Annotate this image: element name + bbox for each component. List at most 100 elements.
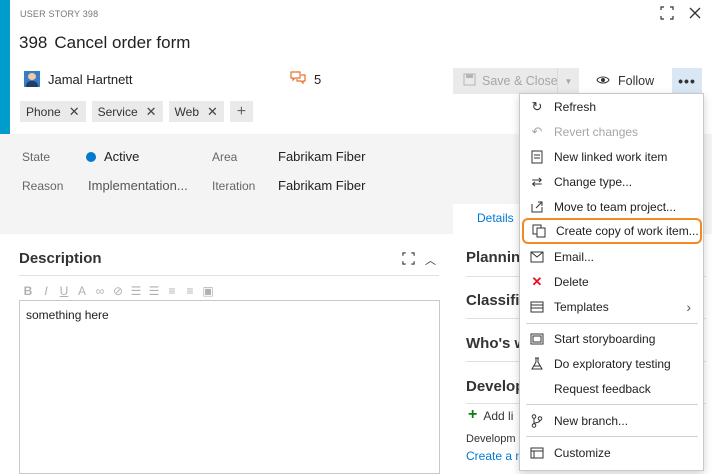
save-label: Save & Close [482,74,558,88]
assignee-name: Jamal Hartnett [48,71,133,87]
italic-icon[interactable]: I [40,284,52,298]
eye-icon [596,74,610,88]
remove-tag-icon[interactable]: ✕ [146,104,157,120]
menu-item-create-copy-of-work-item[interactable]: Create copy of work item... [522,218,702,244]
fullscreen-icon[interactable] [660,6,674,20]
exploratory-testing-icon [529,356,545,372]
numbered-list-icon[interactable]: ☰ [148,284,160,298]
menu-item-delete[interactable]: ✕ Delete [520,269,703,294]
iteration-field[interactable]: Fabrikam Fiber [278,178,365,193]
tag-label: Service [97,104,138,119]
discussion-count[interactable]: 5 [290,71,321,88]
menu-separator [526,404,698,405]
expand-icon[interactable] [402,252,415,268]
work-item-title[interactable]: 398 Cancel order form [19,33,190,53]
add-tag-icon[interactable]: + [229,101,253,122]
add-link-button[interactable]: + Add li [468,406,513,424]
area-field[interactable]: Fabrikam Fiber [278,149,365,164]
work-item-id: 398 [19,33,48,52]
templates-icon [529,299,545,315]
menu-item-email[interactable]: Email... [520,244,703,269]
menu-item-label: New branch... [554,413,629,428]
menu-item-label: Customize [554,445,611,460]
state-field[interactable]: Active [86,149,139,164]
save-dropdown-chevron-icon[interactable]: ▼ [557,68,579,94]
more-actions-button[interactable]: ••• [672,68,702,94]
close-icon[interactable] [688,6,702,20]
tag-label: Web [174,104,199,119]
tag[interactable]: Web ✕ [168,101,224,122]
description-editor[interactable]: something here [19,300,440,474]
outdent-icon[interactable]: ≡ [166,284,178,298]
menu-item-label: Move to team project... [554,199,677,214]
development-text: Developm [466,433,516,445]
plus-icon: + [468,406,478,423]
avatar [24,71,40,87]
new-linked-work-item-icon [529,149,545,165]
tag[interactable]: Service ✕ [91,101,163,122]
menu-item-refresh[interactable]: ↻ Refresh [520,94,703,119]
follow-label: Follow [618,74,655,88]
menu-item-customize[interactable]: Customize [520,440,703,465]
menu-item-label: Start storyboarding [554,331,656,346]
storyboard-icon [529,331,545,347]
save-icon [463,73,476,89]
remove-tag-icon[interactable]: ✕ [207,104,218,120]
work-item-color-bar [0,0,10,134]
state-label: State [22,150,51,164]
description-actions: ︿ [402,252,436,268]
whos-working-heading: Who's w [466,335,527,352]
more-actions-menu: ↻ Refresh ↶ Revert changes New linked wo… [519,93,704,471]
tag-list: Phone ✕ Service ✕ Web ✕ + [20,101,253,122]
link-icon[interactable]: ∞ [94,284,106,298]
menu-separator [526,323,698,324]
menu-item-new-branch[interactable]: New branch... [520,408,703,433]
menu-item-label: Email... [554,249,595,264]
unlink-icon[interactable]: ⊘ [112,284,124,298]
create-branch-link[interactable]: Create a n [466,449,522,463]
delete-icon: ✕ [531,273,543,289]
save-and-close-button[interactable]: Save & Close ▼ [453,68,579,94]
tag[interactable]: Phone ✕ [20,101,86,122]
customize-icon [529,445,545,461]
underline-icon[interactable]: U [58,284,70,298]
bold-icon[interactable]: B [22,284,34,298]
text-color-icon[interactable]: A [76,284,88,298]
editor-toolbar: B I U A ∞ ⊘ ☰ ☰ ≡ ≡ ▣ [22,284,214,298]
menu-item-do-exploratory-testing[interactable]: Do exploratory testing [520,351,703,376]
insert-image-icon[interactable]: ▣ [202,284,214,298]
assignee-picker[interactable]: Jamal Hartnett [24,71,133,87]
menu-item-label: New linked work item [554,149,668,164]
menu-item-request-feedback[interactable]: Request feedback [520,376,703,401]
iteration-label: Iteration [212,179,256,193]
menu-item-label: Do exploratory testing [554,356,671,371]
reason-field[interactable]: Implementation... [88,178,188,193]
menu-item-label: Delete [554,274,589,289]
indent-icon[interactable]: ≡ [184,284,196,298]
menu-item-label: Templates [554,299,609,314]
move-icon [529,199,545,215]
menu-item-new-linked-work-item[interactable]: New linked work item [520,144,703,169]
chevron-right-icon: › [686,298,691,315]
menu-item-revert-changes[interactable]: ↶ Revert changes [520,119,703,144]
description-heading: Description [19,250,102,267]
bullet-list-icon[interactable]: ☰ [130,284,142,298]
collapse-chevron-icon[interactable]: ︿ [425,252,436,268]
menu-item-label: Request feedback [554,381,651,396]
branch-icon [529,413,545,429]
follow-button[interactable]: Follow [596,68,654,94]
menu-item-label: Refresh [554,99,597,114]
copy-icon [531,223,547,239]
remove-tag-icon[interactable]: ✕ [69,104,80,120]
comments-icon [290,71,306,88]
window-controls [660,6,702,20]
menu-item-move-to-team-project[interactable]: Move to team project... [520,194,703,219]
revert-icon: ↶ [531,123,543,139]
work-item-title-text[interactable]: Cancel order form [54,33,190,52]
menu-item-templates[interactable]: Templates › [520,294,703,319]
area-label: Area [212,150,238,164]
menu-item-start-storyboarding[interactable]: Start storyboarding [520,326,703,351]
menu-item-change-type[interactable]: ⇄ Change type... [520,169,703,194]
email-icon [529,249,545,265]
tab-details[interactable]: Details [453,204,521,234]
